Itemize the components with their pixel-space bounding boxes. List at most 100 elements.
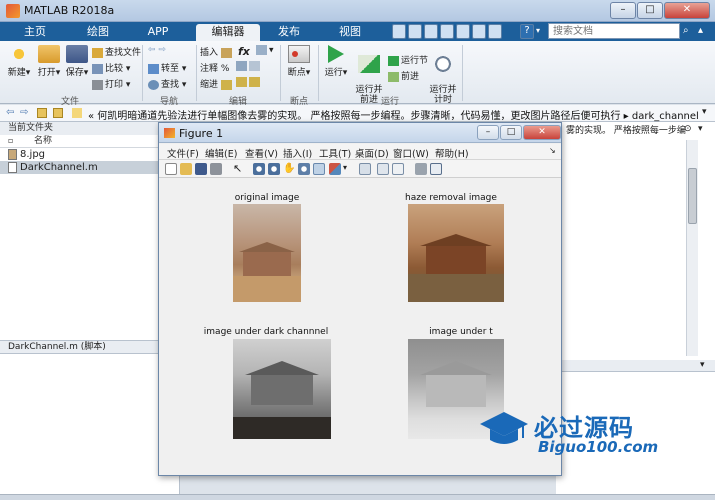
breakpoint-icon bbox=[288, 45, 310, 63]
find-button[interactable]: 查找 ▾ bbox=[148, 77, 186, 90]
cut-icon[interactable] bbox=[408, 24, 422, 39]
help-icon[interactable]: ⊙ bbox=[684, 124, 692, 134]
indent-icon bbox=[220, 79, 232, 90]
fx-button[interactable]: fx bbox=[238, 45, 250, 58]
current-folder-panel: 当前文件夹 ▫ 名称 8.jpg DarkChannel.m bbox=[0, 122, 180, 350]
insert-colorbar-icon[interactable] bbox=[377, 163, 389, 175]
new-button[interactable]: 新建▾ bbox=[6, 45, 32, 78]
tab-editor[interactable]: 编辑器 bbox=[196, 24, 260, 41]
subplot-title: original image bbox=[234, 193, 300, 203]
details-header[interactable]: DarkChannel.m (脚本) bbox=[0, 340, 180, 354]
advance-icon bbox=[388, 71, 399, 82]
back-icon[interactable]: ⇦ bbox=[6, 107, 14, 118]
help-icon[interactable]: ? bbox=[520, 24, 534, 39]
open-button[interactable]: 打开▾ bbox=[36, 45, 62, 78]
scroll-thumb[interactable] bbox=[688, 168, 697, 224]
indent-button[interactable]: 缩进 bbox=[200, 77, 234, 90]
tab-view[interactable]: 视图 bbox=[320, 24, 380, 41]
new-icon bbox=[8, 45, 30, 63]
editor-ribbon: 新建▾ 打开▾ 保存▾ 查找文件 比较 ▾ 打印 ▾ 文件 ⇦ ⇨ 转至 ▾ 查… bbox=[0, 41, 715, 107]
rotate-icon[interactable] bbox=[298, 163, 310, 175]
insert-button[interactable]: 插入 bbox=[200, 45, 234, 58]
goto-button[interactable]: 转至 ▾ bbox=[148, 61, 186, 74]
menu-desktop[interactable]: 桌面(D) bbox=[355, 146, 389, 160]
menu-window[interactable]: 窗口(W) bbox=[393, 146, 429, 160]
panel-menu-icon[interactable]: ▾ bbox=[698, 124, 703, 134]
tab-home[interactable]: 主页 bbox=[10, 24, 60, 41]
search-submit-icon[interactable]: ⌕ bbox=[683, 25, 695, 37]
print-button[interactable]: 打印 ▾ bbox=[92, 77, 130, 90]
editor-text-line: 雾的实现。 严格按照每一步编... bbox=[566, 126, 686, 135]
data-cursor-icon[interactable] bbox=[313, 163, 325, 175]
print-figure-icon[interactable] bbox=[210, 163, 222, 175]
zoom-in-icon[interactable] bbox=[253, 163, 265, 175]
copy-icon[interactable] bbox=[424, 24, 438, 39]
back-forward-icon[interactable]: ⇦ ⇨ bbox=[148, 45, 166, 55]
breakpoints-button[interactable]: 断点▾ bbox=[284, 45, 314, 78]
pan-icon[interactable]: ✋ bbox=[283, 163, 295, 175]
divider bbox=[196, 45, 197, 101]
menu-insert[interactable]: 插入(I) bbox=[283, 146, 312, 160]
menu-help[interactable]: 帮助(H) bbox=[435, 146, 469, 160]
browse-folder-icon[interactable] bbox=[53, 108, 63, 118]
open-file-icon[interactable] bbox=[180, 163, 192, 175]
brush-icon[interactable] bbox=[329, 163, 341, 175]
hide-plot-tools-icon[interactable] bbox=[415, 163, 427, 175]
save-quick-icon[interactable] bbox=[392, 24, 406, 39]
menu-view[interactable]: 查看(V) bbox=[245, 146, 278, 160]
menu-tools[interactable]: 工具(T) bbox=[319, 146, 351, 160]
show-plot-tools-icon[interactable] bbox=[430, 163, 442, 175]
advance-button[interactable]: 前进 bbox=[388, 69, 419, 82]
comment-button[interactable]: 注释 % bbox=[200, 61, 229, 74]
brush-dropdown-icon[interactable]: ▾ bbox=[343, 163, 351, 175]
breakpoints-label: 断点 bbox=[287, 68, 306, 78]
edit-plot-icon[interactable]: ↖ bbox=[233, 163, 245, 175]
dock-icon[interactable]: ↘ bbox=[549, 146, 556, 155]
panel-menu-icon[interactable]: ▾ bbox=[700, 360, 705, 370]
figure-menu-bar: 文件(F) 编辑(E) 查看(V) 插入(I) 工具(T) 桌面(D) 窗口(W… bbox=[159, 144, 561, 160]
switch-window-icon[interactable] bbox=[488, 24, 502, 39]
collapse-ribbon-icon[interactable]: ▴ bbox=[698, 25, 710, 37]
list-item[interactable]: 8.jpg bbox=[0, 148, 179, 161]
minimize-button[interactable]: – bbox=[610, 2, 636, 19]
undo-icon[interactable] bbox=[456, 24, 470, 39]
run-section-icon bbox=[388, 55, 399, 66]
tab-publish[interactable]: 发布 bbox=[264, 24, 314, 41]
up-folder-icon[interactable] bbox=[37, 108, 47, 118]
menu-edit[interactable]: 编辑(E) bbox=[205, 146, 237, 160]
function-menu-icon[interactable]: ▾ bbox=[256, 45, 274, 56]
insert-legend-icon[interactable] bbox=[392, 163, 404, 175]
compare-icon bbox=[92, 63, 103, 74]
link-plot-icon[interactable] bbox=[359, 163, 371, 175]
paste-icon[interactable] bbox=[440, 24, 454, 39]
indent-more-icon[interactable] bbox=[236, 77, 262, 88]
search-input[interactable] bbox=[548, 23, 680, 39]
name-column-header[interactable]: ▫ 名称 bbox=[0, 135, 179, 148]
run-label: 运行 bbox=[324, 68, 343, 78]
figure-maximize-button[interactable]: □ bbox=[500, 125, 522, 140]
current-path[interactable]: « 何凯明暗通道先验法进行单幅图像去雾的实现。 严格按照每一步编程。步骤清晰，代… bbox=[88, 107, 698, 122]
run-button[interactable]: 运行▾ bbox=[322, 45, 350, 78]
run-section-button[interactable]: 运行节 bbox=[388, 53, 428, 66]
tab-apps[interactable]: APP bbox=[132, 24, 184, 41]
list-item[interactable]: DarkChannel.m bbox=[0, 161, 179, 174]
zoom-out-icon[interactable] bbox=[268, 163, 280, 175]
figure-close-button[interactable]: ✕ bbox=[523, 125, 561, 140]
close-button[interactable]: ✕ bbox=[664, 2, 710, 19]
forward-icon[interactable]: ⇨ bbox=[20, 107, 28, 118]
compare-button[interactable]: 比较 ▾ bbox=[92, 61, 130, 74]
tab-plots[interactable]: 绘图 bbox=[70, 24, 126, 41]
save-button[interactable]: 保存▾ bbox=[64, 45, 90, 78]
maximize-button[interactable]: □ bbox=[637, 2, 663, 19]
divider bbox=[318, 45, 319, 101]
path-dropdown-icon[interactable]: ▾ bbox=[702, 107, 707, 117]
save-figure-icon[interactable] bbox=[195, 163, 207, 175]
menu-file[interactable]: 文件(F) bbox=[167, 146, 199, 160]
vertical-scrollbar[interactable] bbox=[686, 140, 698, 356]
find-files-button[interactable]: 查找文件 bbox=[92, 45, 141, 58]
figure-minimize-button[interactable]: – bbox=[477, 125, 499, 140]
command-window-header: ▾ bbox=[556, 360, 715, 372]
redo-icon[interactable] bbox=[472, 24, 486, 39]
wrap-comment-icon[interactable] bbox=[236, 61, 262, 72]
new-figure-icon[interactable] bbox=[165, 163, 177, 175]
